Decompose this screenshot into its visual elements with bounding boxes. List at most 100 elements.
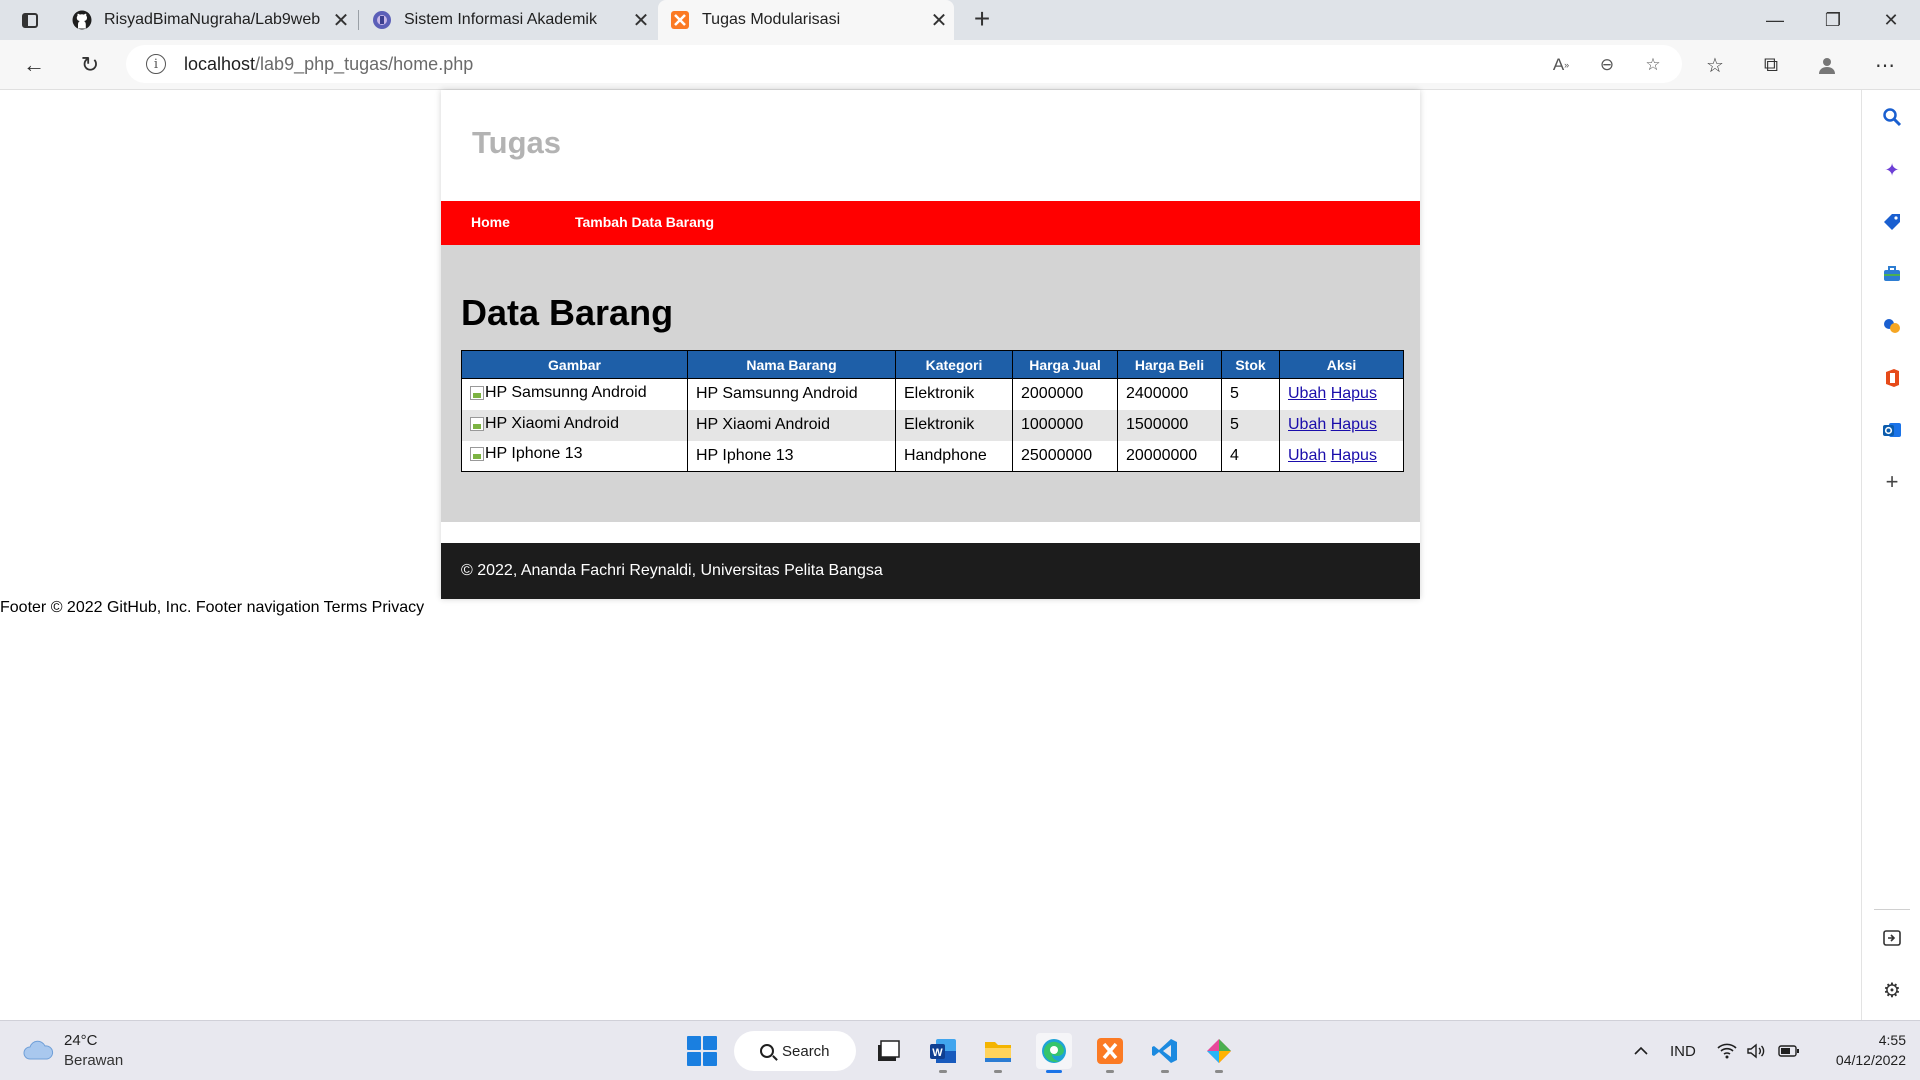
- edit-link[interactable]: Ubah: [1288, 447, 1326, 464]
- close-tab-icon[interactable]: ✕: [626, 8, 656, 33]
- close-tab-icon[interactable]: ✕: [924, 8, 954, 33]
- xampp-app-icon[interactable]: [1092, 1033, 1128, 1073]
- new-tab-icon[interactable]: +: [966, 4, 998, 36]
- cell-stok: 4: [1221, 440, 1280, 472]
- header-harga-beli: Harga Beli: [1117, 350, 1222, 379]
- site-container: Tugas Home Tambah Data Barang Data Baran…: [441, 90, 1420, 599]
- cell-kategori: Elektronik: [895, 409, 1013, 441]
- cloud-weather-icon[interactable]: [22, 1039, 54, 1061]
- address-bar-row: ← ↻ i localhost/lab9_php_tugas/home.php …: [0, 40, 1920, 90]
- url-path: /lab9_php_tugas/home.php: [255, 53, 474, 74]
- language-indicator[interactable]: IND: [1670, 1021, 1696, 1080]
- site-footer: © 2022, Ananda Fachri Reynaldi, Universi…: [441, 543, 1420, 599]
- site-header: Tugas: [441, 90, 1420, 201]
- battery-icon[interactable]: [1778, 1021, 1800, 1080]
- university-icon: [372, 10, 392, 30]
- items-table: Gambar Nama Barang Kategori Harga Jual H…: [461, 350, 1404, 472]
- restore-icon[interactable]: ❐: [1804, 0, 1862, 40]
- image-alt-text: HP Iphone 13: [485, 445, 583, 463]
- cell-harga-jual: 2000000: [1012, 378, 1118, 410]
- xampp-icon: [670, 10, 690, 30]
- edge-app-icon[interactable]: [1036, 1033, 1072, 1073]
- clock-date: 04/12/2022: [1835, 1052, 1906, 1068]
- edit-link[interactable]: Ubah: [1288, 385, 1326, 402]
- show-hidden-icons-icon[interactable]: [1630, 1021, 1652, 1080]
- cell-stok: 5: [1221, 378, 1280, 410]
- web-page: Tugas Home Tambah Data Barang Data Baran…: [0, 90, 1861, 1020]
- close-window-icon[interactable]: ✕: [1862, 0, 1920, 40]
- delete-link[interactable]: Hapus: [1331, 385, 1377, 402]
- delete-link[interactable]: Hapus: [1331, 416, 1377, 433]
- hide-sidebar-icon[interactable]: [1880, 926, 1904, 950]
- windows-taskbar: 24°C Berawan Search W IND 4:55 04/12/202…: [0, 1020, 1920, 1080]
- table-row: HP Samsunng Android HP Samsunng Android …: [461, 378, 1404, 410]
- add-favorite-icon[interactable]: ☆: [1642, 54, 1664, 76]
- table-row: HP Iphone 13 HP Iphone 13 Handphone 2500…: [461, 440, 1404, 472]
- header-nama-barang: Nama Barang: [687, 350, 896, 379]
- cell-nama: HP Samsunng Android: [687, 378, 896, 410]
- refresh-icon[interactable]: ↻: [74, 49, 106, 81]
- vscode-app-icon[interactable]: [1147, 1033, 1183, 1073]
- taskbar-search-button[interactable]: Search: [734, 1031, 856, 1071]
- windows-start-icon[interactable]: [687, 1036, 717, 1066]
- taskbar-clock[interactable]: 4:55 04/12/2022: [1806, 1030, 1906, 1070]
- close-tab-icon[interactable]: ✕: [326, 8, 356, 33]
- tab-tugas-modularisasi[interactable]: Tugas Modularisasi ✕: [658, 0, 954, 40]
- copilot-sparkle-icon[interactable]: ✦: [1880, 158, 1904, 182]
- cell-kategori: Handphone: [895, 440, 1013, 472]
- site-nav: Home Tambah Data Barang: [441, 201, 1420, 245]
- task-view-icon[interactable]: [870, 1033, 906, 1069]
- image-alt-text: HP Samsunng Android: [485, 383, 647, 401]
- profile-icon[interactable]: [1814, 52, 1840, 78]
- browser-tab-bar: RisyadBimaNugraha/Lab9web ✕ Sistem Infor…: [0, 0, 1920, 40]
- cell-harga-beli: 1500000: [1117, 409, 1222, 441]
- cell-nama: HP Iphone 13: [687, 440, 896, 472]
- cell-harga-jual: 25000000: [1012, 440, 1118, 472]
- more-menu-icon[interactable]: ⋯: [1872, 52, 1898, 78]
- edit-link[interactable]: Ubah: [1288, 416, 1326, 433]
- tools-icon[interactable]: [1880, 262, 1904, 286]
- tab-title: Tugas Modularisasi: [702, 11, 841, 28]
- file-explorer-icon[interactable]: [980, 1033, 1016, 1073]
- sidebar-divider: [1874, 909, 1910, 910]
- wifi-icon[interactable]: [1717, 1021, 1737, 1080]
- add-sidebar-app-icon[interactable]: +: [1880, 469, 1904, 494]
- minimize-icon[interactable]: —: [1746, 0, 1804, 40]
- settings-gear-icon[interactable]: ⚙: [1880, 978, 1904, 1002]
- site-title: Tugas: [472, 125, 561, 160]
- search-icon[interactable]: [1880, 105, 1904, 129]
- url-host: localhost: [184, 53, 256, 74]
- delete-link[interactable]: Hapus: [1331, 447, 1377, 464]
- read-aloud-icon[interactable]: A»: [1550, 54, 1572, 76]
- games-icon[interactable]: [1880, 314, 1904, 338]
- header-stok: Stok: [1221, 350, 1280, 379]
- back-icon[interactable]: ←: [18, 49, 50, 81]
- search-icon: [760, 1044, 774, 1058]
- header-aksi: Aksi: [1279, 350, 1404, 379]
- github-icon: [72, 10, 92, 30]
- broken-image-icon: HP Xiaomi Android: [470, 415, 619, 433]
- zoom-out-icon[interactable]: ⊖: [1596, 54, 1618, 76]
- header-kategori: Kategori: [895, 350, 1013, 379]
- url-input[interactable]: i localhost/lab9_php_tugas/home.php A» ⊖…: [126, 45, 1682, 83]
- shopping-tag-icon[interactable]: [1880, 210, 1904, 234]
- cell-aksi: Ubah Hapus: [1279, 409, 1404, 441]
- office-icon[interactable]: [1880, 366, 1904, 390]
- collections-icon[interactable]: ⧉: [1758, 52, 1784, 78]
- kite-app-icon[interactable]: [1201, 1033, 1237, 1073]
- volume-icon[interactable]: [1746, 1021, 1766, 1080]
- nav-add-item-link[interactable]: Tambah Data Barang: [575, 214, 714, 230]
- favorites-icon[interactable]: ☆: [1702, 52, 1728, 78]
- cell-gambar: HP Xiaomi Android: [461, 409, 688, 441]
- tab-github[interactable]: RisyadBimaNugraha/Lab9web ✕: [60, 0, 356, 40]
- cell-gambar: HP Iphone 13: [461, 440, 688, 472]
- word-app-icon[interactable]: W: [925, 1033, 961, 1073]
- clock-time: 4:55: [1878, 1032, 1906, 1048]
- outlook-icon[interactable]: [1880, 418, 1904, 442]
- tab-title: Sistem Informasi Akademik: [404, 11, 597, 28]
- site-info-icon[interactable]: i: [146, 54, 166, 74]
- table-row: HP Xiaomi Android HP Xiaomi Android Elek…: [461, 409, 1404, 441]
- tab-actions-icon[interactable]: [14, 8, 46, 32]
- nav-home-link[interactable]: Home: [471, 214, 510, 230]
- tab-siakad[interactable]: Sistem Informasi Akademik ✕: [360, 0, 656, 40]
